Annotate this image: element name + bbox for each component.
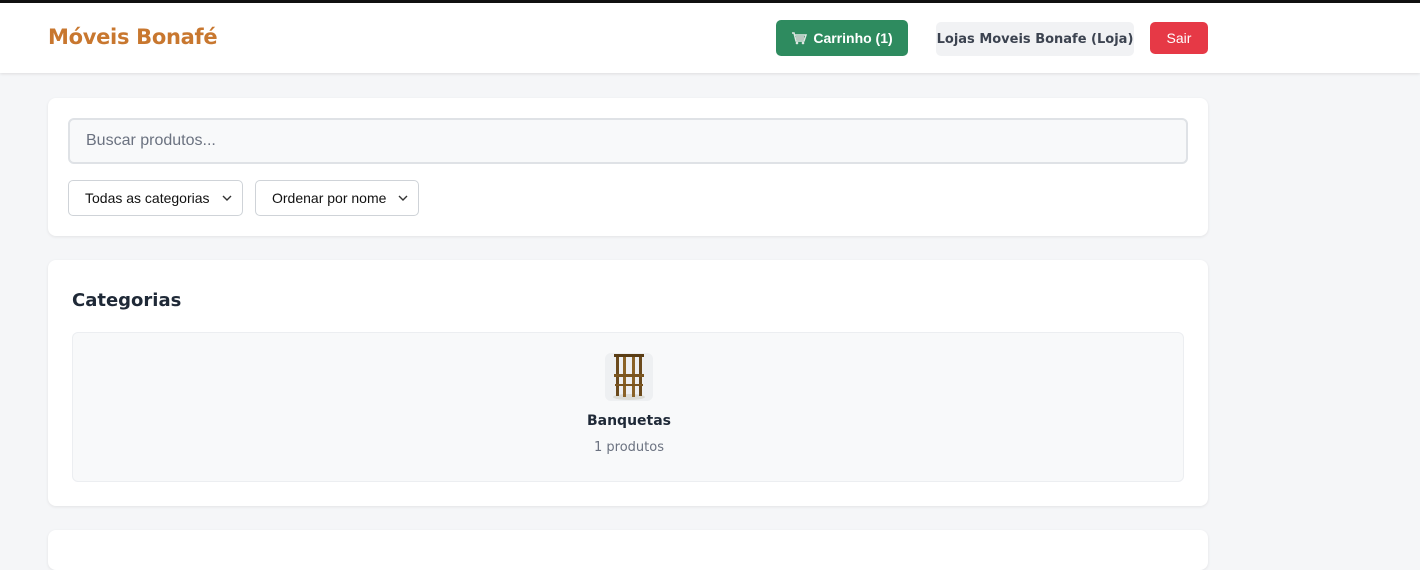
brand-logo[interactable]: Móveis Bonafé xyxy=(48,25,218,49)
chevron-down-icon xyxy=(398,195,408,201)
bar-stool-image xyxy=(605,353,653,401)
category-select[interactable]: Todas as categorias xyxy=(68,180,243,216)
categories-title: Categorias xyxy=(72,290,182,311)
cart-button[interactable]: Carrinho (1) xyxy=(776,20,908,56)
chevron-down-icon xyxy=(222,195,232,201)
store-name-badge: Lojas Moveis Bonafe (Loja) xyxy=(936,22,1134,56)
products-section xyxy=(48,530,1208,570)
category-product-count: 1 produtos xyxy=(594,440,664,455)
sort-select[interactable]: Ordenar por nome xyxy=(255,180,419,216)
category-select-value: Todas as categorias xyxy=(85,190,210,206)
top-header: Móveis Bonafé Carrinho (1) Lojas Moveis … xyxy=(0,3,1420,73)
category-item-banquetas[interactable]: Banquetas 1 produtos xyxy=(73,333,1185,483)
shopping-cart-icon xyxy=(791,31,808,45)
cart-button-label: Carrinho (1) xyxy=(813,30,893,46)
product-search-input[interactable] xyxy=(68,118,1188,164)
sort-select-value: Ordenar por nome xyxy=(272,190,387,206)
categories-section: Categorias Banquetas 1 produtos xyxy=(48,260,1208,506)
logout-button[interactable]: Sair xyxy=(1150,22,1208,54)
search-filter-panel: Todas as categorias Ordenar por nome xyxy=(48,98,1208,236)
category-name: Banquetas xyxy=(586,413,672,429)
categories-grid: Banquetas 1 produtos xyxy=(72,332,1184,482)
